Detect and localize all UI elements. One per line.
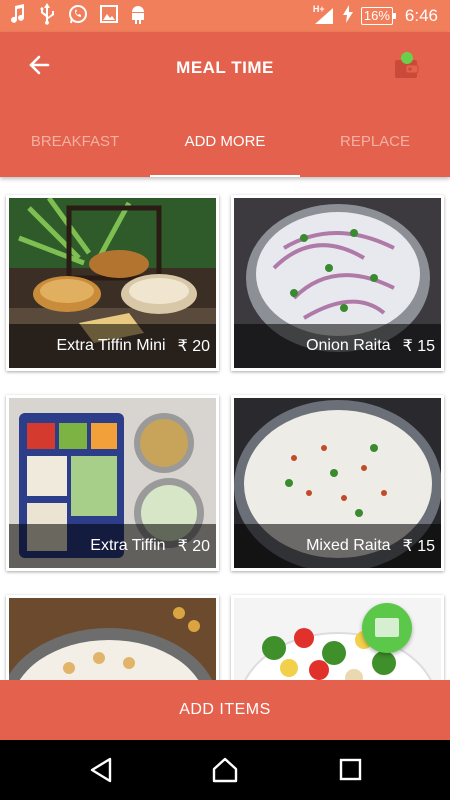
music-note-icon [10,3,26,29]
item-card[interactable]: Extra Tiffin Mini ₹ 20 [6,195,219,371]
item-card[interactable] [6,595,219,680]
item-name: Extra Tiffin Mini [56,337,166,354]
item-card[interactable]: Onion Raita ₹ 15 [231,195,444,371]
item-name: Extra Tiffin [90,537,166,554]
item-photo [234,598,441,680]
item-caption: Extra Tiffin Mini ₹ 20 [9,324,216,368]
tab-replace[interactable]: REPLACE [300,120,450,177]
network-type: H+ [312,4,325,14]
charging-icon [342,4,353,28]
item-card[interactable]: Mixed Raita ₹ 15 [231,395,444,571]
item-photo [9,598,216,680]
add-items-button[interactable]: ADD ITEMS [0,680,450,740]
square-recents-icon [339,758,362,781]
system-status: H+ 16% 6:46 [313,4,438,28]
clock: 6:46 [404,6,438,25]
notification-dot [401,52,413,64]
chat-icon [375,618,399,637]
triangle-back-icon [90,757,112,783]
item-price: ₹ 20 [177,338,210,355]
nav-home-button[interactable] [210,756,240,784]
item-price: ₹ 20 [177,538,210,555]
battery-level: 16% [360,7,396,25]
android-icon [130,4,146,29]
item-name: Onion Raita [306,337,391,354]
item-caption: Mixed Raita ₹ 15 [234,524,441,568]
item-caption: Extra Tiffin ₹ 20 [9,524,216,568]
item-name: Mixed Raita [306,537,391,554]
navigation-bar [0,740,450,800]
status-bar: H+ 16% 6:46 [0,0,450,32]
tab-add-more[interactable]: ADD MORE [150,120,300,177]
item-caption: Onion Raita ₹ 15 [234,324,441,368]
app-bar: MEAL TIME BREAKFAST ADD MORE REPLACE [0,32,450,177]
page-title: MEAL TIME [176,58,274,77]
item-price: ₹ 15 [402,538,435,555]
notification-icons [10,2,146,30]
item-card[interactable] [231,595,444,680]
usb-icon [38,2,56,30]
tab-breakfast[interactable]: BREAKFAST [0,120,150,177]
chat-button[interactable] [362,603,412,653]
item-card[interactable]: Extra Tiffin ₹ 20 [6,395,219,571]
tab-bar: BREAKFAST ADD MORE REPLACE [0,120,450,177]
image-icon [100,4,118,28]
signal-icon: H+ [312,4,335,26]
item-price: ₹ 15 [402,338,435,355]
nav-back-button[interactable] [86,756,116,784]
whatsapp-icon [68,4,88,29]
nav-recents-button[interactable] [336,756,366,784]
home-icon [212,757,238,783]
